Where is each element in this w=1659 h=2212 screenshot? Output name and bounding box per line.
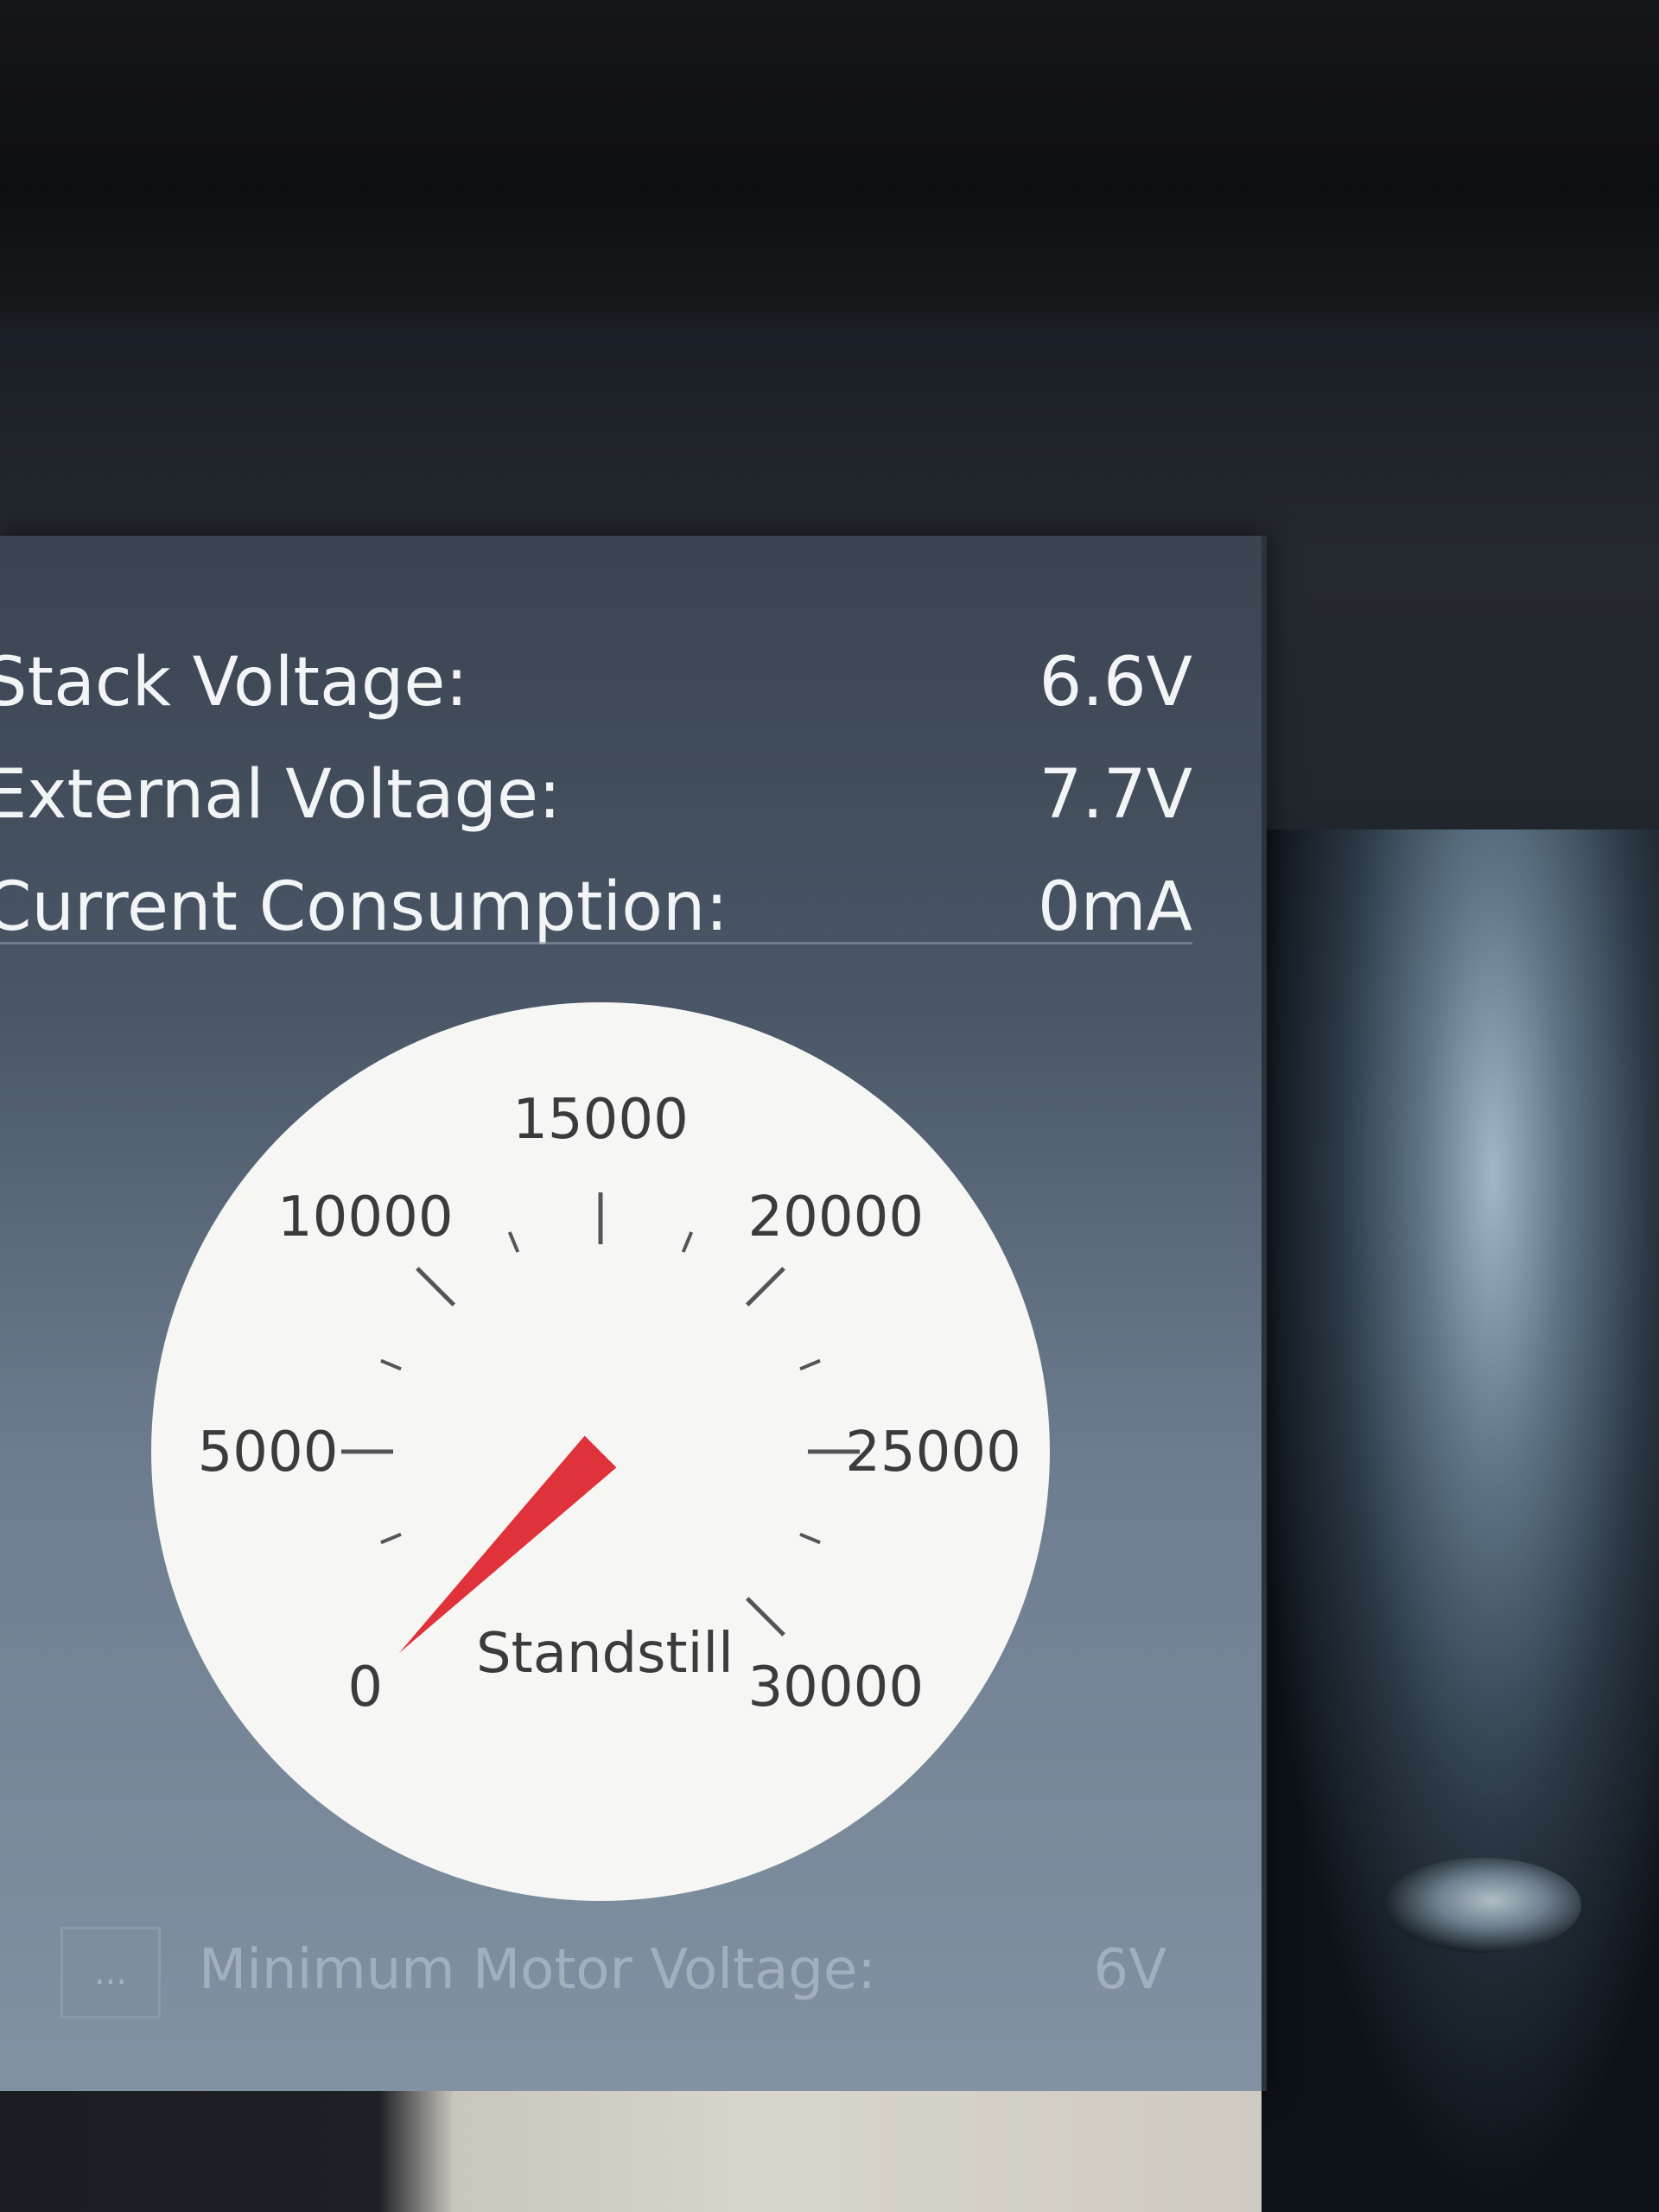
separator	[0, 942, 1192, 944]
gauge-status-label: Standstill	[476, 1622, 734, 1686]
current-consumption-value: 0mA	[1038, 868, 1192, 946]
gauge-tick-label: 0	[347, 1656, 383, 1719]
desktop-wallpaper	[1244, 830, 1659, 2212]
motor-status-panel: Stack Voltage: 6.6V External Voltage: 7.…	[0, 536, 1267, 2091]
minimum-motor-voltage-row: ... Minimum Motor Voltage: 6V	[60, 1918, 1166, 2031]
velocity-gauge: 0 5000 10000 15000 20000 25000 30000 Standstil…	[134, 985, 1067, 1918]
motor-voltage-config-button[interactable]: ...	[60, 1927, 161, 2018]
current-consumption-row: Current Consumption: 0mA	[0, 864, 1201, 950]
gauge-tick-label: 15000	[512, 1088, 689, 1152]
desk-surface	[0, 2091, 1262, 2212]
wallpaper-eye-detail	[1382, 1858, 1581, 1953]
gauge-tick-label: 25000	[845, 1421, 1021, 1484]
current-consumption-label: Current Consumption:	[0, 868, 728, 946]
screen: Stack Voltage: 6.6V External Voltage: 7.…	[0, 0, 1659, 2212]
minimum-motor-voltage-value: 6V	[1093, 1938, 1167, 2002]
stack-voltage-row: Stack Voltage: 6.6V	[0, 639, 1201, 726]
gauge-tick-label: 10000	[277, 1185, 454, 1249]
minimum-motor-voltage-label: Minimum Motor Voltage:	[199, 1938, 876, 2002]
gauge-tick-label: 30000	[747, 1656, 924, 1719]
stack-voltage-value: 6.6V	[1039, 644, 1192, 721]
gauge-tick-label: 5000	[198, 1421, 339, 1484]
external-voltage-row: External Voltage: 7.7V	[0, 752, 1201, 838]
stack-voltage-label: Stack Voltage:	[0, 644, 468, 721]
external-voltage-label: External Voltage:	[0, 756, 562, 834]
external-voltage-value: 7.7V	[1039, 756, 1192, 834]
gauge-tick-label: 20000	[747, 1185, 924, 1249]
monitor-bezel	[0, 0, 1659, 311]
